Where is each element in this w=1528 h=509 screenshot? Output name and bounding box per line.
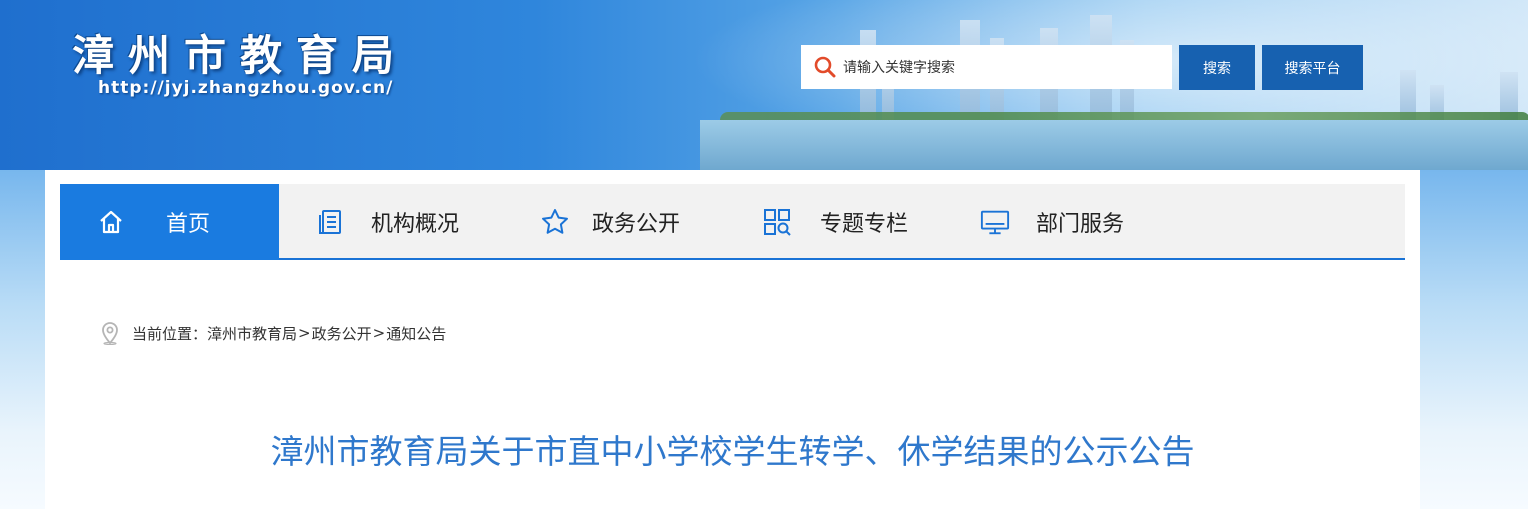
main-nav: 首页 机构概况 政务公开 专题专栏 部门服务 [60,184,1405,260]
search-input[interactable] [841,45,1165,91]
nav-item-label: 政务公开 [592,212,681,237]
breadcrumb-separator: > [372,324,386,342]
home-icon [96,207,126,237]
nav-item-services[interactable]: 部门服务 [980,184,1124,260]
article-title: 漳州市教育局关于市直中小学校学生转学、休学结果的公示公告 [270,432,1195,471]
site-logo-title[interactable]: 漳州市教育局 [72,22,408,83]
breadcrumb-link-notices[interactable]: 通知公告 [386,323,446,344]
search-icon [814,56,836,78]
search-button[interactable]: 搜索 [1179,45,1255,90]
grid-search-icon [762,207,792,237]
breadcrumb-link-home[interactable]: 漳州市教育局 [207,323,297,344]
breadcrumb: 当前位置： 漳州市教育局 > 政务公开 > 通知公告 [100,321,446,346]
header-banner: 漳州市教育局 http://jyj.zhangzhou.gov.cn/ 搜索 搜… [0,0,1528,170]
banner-water [700,120,1528,170]
breadcrumb-separator: > [298,324,311,342]
star-icon [540,207,570,237]
nav-item-label: 机构概况 [371,212,460,237]
monitor-icon [980,207,1010,237]
breadcrumb-prefix: 当前位置： [132,324,208,343]
nav-item-topics[interactable]: 专题专栏 [762,184,908,260]
nav-item-home[interactable]: 首页 [60,184,279,260]
site-url: http://jyj.zhangzhou.gov.cn/ [98,78,394,98]
nav-item-label: 专题专栏 [820,212,909,237]
search-box [801,45,1172,91]
location-pin-icon [100,321,120,346]
search-platform-button[interactable]: 搜索平台 [1262,45,1363,90]
breadcrumb-link-gov-affairs[interactable]: 政务公开 [312,323,372,344]
nav-item-label: 首页 [166,212,211,237]
nav-item-label: 部门服务 [1036,212,1125,237]
document-list-icon [315,207,345,237]
nav-item-gov-affairs[interactable]: 政务公开 [540,184,680,260]
nav-item-org[interactable]: 机构概况 [315,184,459,260]
main-panel: 首页 机构概况 政务公开 专题专栏 部门服务 当前位置： 漳州市教育局 > 政务… [45,170,1420,509]
